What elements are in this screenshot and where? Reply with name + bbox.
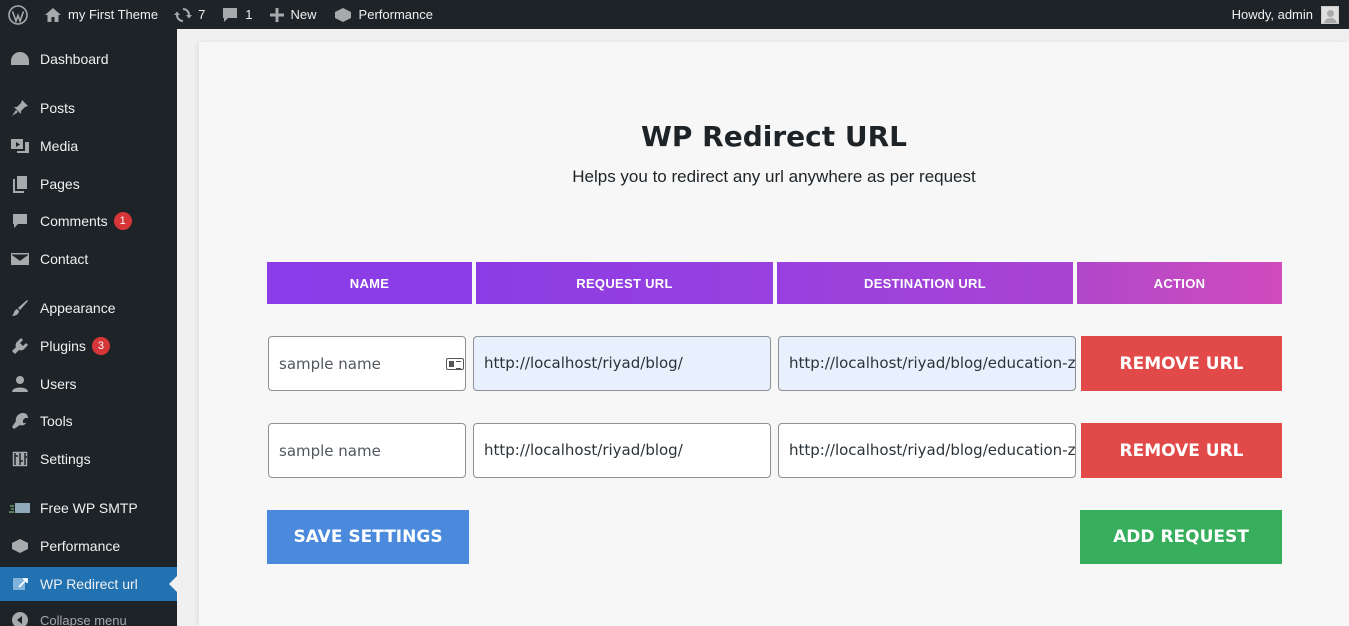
- add-request-button[interactable]: ADD REQUEST: [1080, 510, 1282, 564]
- sidebar-item-dashboard[interactable]: Dashboard: [0, 42, 177, 76]
- sidebar-item-label: WP Redirect url: [40, 576, 138, 592]
- comments-link[interactable]: 1: [213, 0, 260, 29]
- sidebar-item-label: Settings: [40, 451, 91, 467]
- remove-url-button[interactable]: REMOVE URL: [1081, 336, 1282, 391]
- redirect-icon: [0, 575, 40, 593]
- media-icon: [0, 137, 40, 155]
- performance-link[interactable]: Performance: [325, 0, 441, 29]
- comments-badge: 1: [113, 212, 132, 230]
- sidebar-item-label: Dashboard: [40, 51, 109, 67]
- request-url-input[interactable]: http://localhost/riyad/blog/: [473, 336, 771, 391]
- sidebar-item-posts[interactable]: Posts: [0, 91, 177, 125]
- request-url-input[interactable]: http://localhost/riyad/blog/: [473, 423, 771, 478]
- header-name: NAME: [267, 262, 472, 304]
- sidebar-item-label: Plugins: [40, 338, 86, 354]
- brush-icon: [0, 299, 40, 317]
- settings-icon: [0, 450, 40, 468]
- updates-icon: [174, 7, 193, 22]
- new-content-link[interactable]: New: [261, 0, 325, 29]
- sidebar-item-settings[interactable]: Settings: [0, 442, 177, 476]
- sidebar-item-label: Media: [40, 138, 79, 154]
- sidebar-item-comments[interactable]: Comments 1: [0, 204, 177, 238]
- sidebar-item-contact[interactable]: Contact: [0, 242, 177, 276]
- header-destination-url: DESTINATION URL: [777, 262, 1073, 304]
- pin-icon: [0, 99, 40, 117]
- smtp-icon: [0, 501, 40, 515]
- user-icon: [0, 375, 40, 393]
- sidebar-item-wp-redirect-url[interactable]: WP Redirect url: [0, 567, 177, 601]
- dashboard-icon: [0, 50, 40, 68]
- comments-count: 1: [245, 7, 253, 22]
- sidebar-item-free-wp-smtp[interactable]: Free WP SMTP: [0, 491, 177, 525]
- save-settings-button[interactable]: SAVE SETTINGS: [267, 510, 469, 564]
- performance-label: Performance: [358, 7, 433, 22]
- sidebar-item-label: Contact: [40, 251, 89, 267]
- page-subtitle: Helps you to redirect any url anywhere a…: [572, 167, 976, 186]
- sidebar-item-label: Performance: [40, 538, 121, 554]
- performance-icon: [0, 537, 40, 555]
- mail-icon: [0, 251, 40, 267]
- remove-url-button[interactable]: REMOVE URL: [1081, 423, 1282, 478]
- contact-card-icon[interactable]: [446, 358, 464, 370]
- site-name-link[interactable]: my First Theme: [36, 0, 166, 29]
- page-title: WP Redirect URL: [640, 120, 907, 153]
- sidebar-item-tools[interactable]: Tools: [0, 404, 177, 438]
- new-label: New: [290, 7, 317, 22]
- sidebar-item-appearance[interactable]: Appearance: [0, 291, 177, 325]
- sidebar-item-label: Comments: [40, 213, 108, 229]
- sidebar-item-label: Collapse menu: [40, 612, 127, 626]
- admin-bar: my First Theme 7 1 New Performance Howdy…: [0, 0, 1349, 29]
- collapse-icon: [0, 611, 40, 626]
- destination-url-input[interactable]: http://localhost/riyad/blog/education-zo…: [778, 336, 1076, 391]
- comment-icon: [223, 7, 238, 22]
- header-action: ACTION: [1077, 262, 1282, 304]
- updates-count: 7: [198, 7, 206, 22]
- comment-icon: [0, 212, 40, 230]
- plugins-badge: 3: [91, 337, 110, 355]
- plus-icon: [269, 7, 284, 22]
- admin-sidebar: Dashboard Posts Media Pages Comments 1 C…: [0, 29, 177, 626]
- avatar: [1321, 5, 1339, 24]
- account-menu[interactable]: Howdy, admin: [1232, 0, 1349, 29]
- performance-icon: [334, 7, 351, 22]
- sidebar-item-media[interactable]: Media: [0, 129, 177, 163]
- greeting: Howdy, admin: [1231, 7, 1313, 22]
- updates-link[interactable]: 7: [166, 0, 213, 29]
- wordpress-logo-icon[interactable]: [0, 0, 36, 29]
- plugin-page: WP Redirect URL Helps you to redirect an…: [199, 42, 1349, 626]
- sidebar-item-pages[interactable]: Pages: [0, 167, 177, 201]
- sidebar-item-performance[interactable]: Performance: [0, 529, 177, 563]
- sidebar-item-label: Pages: [40, 176, 80, 192]
- header-request-url: REQUEST URL: [476, 262, 773, 304]
- sidebar-item-label: Appearance: [40, 300, 116, 316]
- destination-url-input[interactable]: http://localhost/riyad/blog/education-zo…: [778, 423, 1076, 478]
- pages-icon: [0, 175, 40, 193]
- sidebar-item-label: Users: [40, 376, 77, 392]
- sidebar-item-plugins[interactable]: Plugins 3: [0, 329, 177, 363]
- collapse-menu-button[interactable]: Collapse menu: [0, 603, 177, 626]
- sidebar-item-label: Tools: [40, 413, 73, 429]
- sidebar-item-users[interactable]: Users: [0, 367, 177, 401]
- name-input[interactable]: [268, 336, 466, 391]
- sidebar-item-label: Free WP SMTP: [40, 500, 138, 516]
- home-icon: [45, 7, 61, 22]
- site-name: my First Theme: [68, 7, 159, 22]
- plugin-icon: [0, 337, 40, 355]
- sidebar-item-label: Posts: [40, 100, 76, 116]
- wrench-icon: [0, 412, 40, 430]
- name-input[interactable]: [268, 423, 466, 478]
